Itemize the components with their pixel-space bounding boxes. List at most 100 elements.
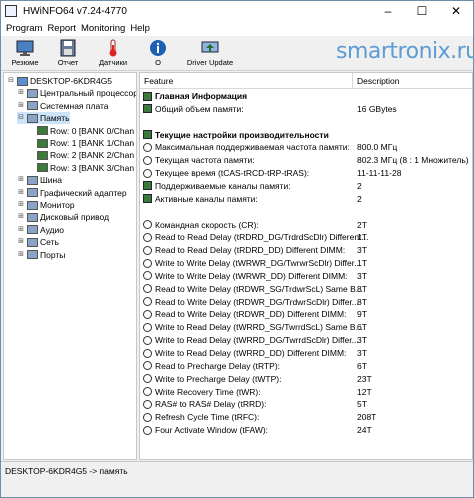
feature-text: Активные каналы памяти: (155, 193, 258, 204)
detail-row[interactable]: Read to Precharge Delay (tRTP): 6T (140, 360, 472, 373)
status-bar: DESKTOP-6KDR4G5 -> память (1, 461, 473, 479)
expand-icon[interactable]: ⊞ (17, 201, 25, 209)
expand-icon[interactable]: ⊞ (17, 213, 25, 221)
description-cell: 23T (357, 373, 372, 384)
maximize-button[interactable]: ☐ (405, 1, 439, 21)
section-row[interactable]: Текущие настройки производительности (140, 129, 472, 142)
feature-text: Refresh Cycle Time (tRFC): (155, 412, 260, 423)
detail-row[interactable] (140, 206, 472, 219)
sensors-button[interactable]: Датчики (93, 37, 133, 70)
expand-icon[interactable]: ⊞ (17, 189, 25, 197)
feature-text: Write to Precharge Delay (tWTP): (155, 373, 282, 384)
detail-row[interactable]: Текущая частота памяти: 802.3 МГц (8 : 1 … (140, 154, 472, 167)
feature-text: Текущие настройки производительности (155, 129, 329, 140)
detail-row[interactable]: RAS# to RAS# Delay (tRRD): 5T (140, 398, 472, 411)
summary-button[interactable]: Резюме (5, 37, 45, 70)
detail-row[interactable]: Активные каналы памяти: 2 (140, 193, 472, 206)
collapse-icon[interactable]: ⊟ (7, 77, 15, 85)
detail-row[interactable]: Общий объем памяти: 16 GBytes (140, 103, 472, 116)
detail-row[interactable]: Write Recovery Time (tWR): 12T (140, 386, 472, 399)
device-icon (27, 101, 38, 111)
detail-row[interactable]: Read to Write Delay (tRDWR_DG/TrdwrScDlr… (140, 296, 472, 309)
expand-icon[interactable]: ⊞ (17, 89, 25, 97)
save-icon (58, 39, 78, 57)
feature-column-header[interactable]: Feature (144, 76, 173, 86)
computer-icon (17, 76, 28, 86)
tree-item[interactable]: ⊟ DESKTOP-6KDR4G5 (7, 75, 112, 87)
about-button[interactable]: О (138, 37, 178, 70)
feature-text: RAS# to RAS# Delay (tRRD): (155, 399, 267, 410)
expand-icon[interactable]: ⊞ (17, 238, 25, 246)
detail-row[interactable]: Командная скорость (CR): 2T (140, 219, 472, 232)
detail-row[interactable]: Read to Read Delay (tRDRD_DG/TrdrdScDlr)… (140, 231, 472, 244)
minimize-button[interactable]: – (371, 1, 405, 21)
feature-cell: Максимальная поддерживаемая частота памя… (143, 142, 350, 152)
menu-monitoring[interactable]: Monitoring (81, 23, 125, 34)
detail-row[interactable]: Write to Write Delay (tWRWR_DD) Differen… (140, 270, 472, 283)
detail-row[interactable]: Поддерживаемые каналы памяти: 2 (140, 180, 472, 193)
tree-item[interactable]: ⊞ Сеть (17, 236, 59, 248)
collapse-icon[interactable]: ⊟ (17, 114, 25, 122)
description-column-header[interactable]: Description (357, 76, 400, 86)
expand-icon[interactable]: ⊞ (17, 251, 25, 259)
feature-cell: Текущая частота памяти: (143, 155, 255, 165)
description-cell: 1T (357, 232, 367, 243)
detail-row[interactable]: Текущее время (tCAS-tRCD-tRP-tRAS): 11-11… (140, 167, 472, 180)
tree-item[interactable]: ⊞ Монитор (17, 199, 75, 211)
minimize-icon: – (384, 4, 392, 18)
expand-icon[interactable]: ⊞ (17, 176, 25, 184)
tree-item[interactable]: ⊞ Графический адаптер (17, 187, 127, 199)
section-row[interactable]: Главная Информация (140, 90, 472, 103)
tree-item[interactable]: ⊟ Память (17, 112, 70, 125)
tree-item[interactable]: ⊞ Шина (17, 174, 62, 186)
report-button[interactable]: Отчет (48, 37, 88, 70)
column-divider[interactable] (352, 73, 353, 89)
tree-item[interactable]: Row: 0 [BANK 0/Chan (27, 125, 134, 137)
tree-item[interactable]: Row: 3 [BANK 3/Chan (27, 162, 134, 174)
device-icon (27, 175, 38, 185)
detail-row[interactable]: Write to Read Delay (tWRRD_DG/TwrrdScDlr… (140, 334, 472, 347)
detail-row[interactable]: Write to Precharge Delay (tWTP): 23T (140, 373, 472, 386)
feature-text: Read to Write Delay (tRDWR_SG/TrdwrScL) … (155, 283, 363, 294)
detail-row[interactable]: Максимальная поддерживаемая частота памя… (140, 141, 472, 154)
tree-item[interactable]: Row: 1 [BANK 1/Chan (27, 137, 134, 149)
detail-row[interactable]: Read to Read Delay (tRDRD_DD) Different … (140, 244, 472, 257)
feature-text: Read to Write Delay (tRDWR_DG/TrdwrScDlr… (155, 296, 359, 307)
menu-report[interactable]: Report (47, 23, 76, 34)
tree-item[interactable]: ⊞ Центральный процессор (17, 87, 136, 99)
description-cell: 2T (357, 219, 367, 230)
tree-item[interactable]: ⊞ Дисковый привод (17, 211, 109, 223)
detail-row[interactable]: Read to Write Delay (tRDWR_SG/TrdwrScL) … (140, 283, 472, 296)
feature-text: Read to Precharge Delay (tRTP): (155, 360, 281, 371)
description-cell: 8T (357, 296, 367, 307)
tree-item[interactable]: ⊞ Порты (17, 249, 65, 261)
feature-text: Общий объем памяти: (155, 103, 244, 114)
detail-row[interactable]: Refresh Cycle Time (tRFC): 208T (140, 411, 472, 424)
menu-program[interactable]: Program (6, 23, 42, 34)
feature-text: Поддерживаемые каналы памяти: (155, 180, 291, 191)
tree-item[interactable]: ⊞ Аудио (17, 224, 64, 236)
tree-item[interactable]: Row: 2 [BANK 2/Chan (27, 149, 134, 161)
feature-text: Текущее время (tCAS-tRCD-tRP-tRAS): (155, 168, 310, 179)
detail-row[interactable]: Four Activate Window (tFAW): 24T (140, 424, 472, 437)
device-tree[interactable]: ⊟ DESKTOP-6KDR4G5 ⊞ Центральный процессор ⊞ С… (3, 72, 137, 460)
feature-cell: Write Recovery Time (tWR): (143, 387, 261, 397)
expand-icon[interactable]: ⊞ (17, 102, 25, 110)
detail-row[interactable] (140, 116, 472, 129)
tree-item-label: Сеть (40, 237, 59, 248)
feature-text: Командная скорость (CR): (155, 219, 259, 230)
detail-row[interactable]: Write to Read Delay (tWRRD_SG/TwrrdScL) … (140, 321, 472, 334)
feature-cell: Write to Write Delay (tWRWR_DG/TwrwrScDl… (143, 258, 361, 268)
close-button[interactable]: ✕ (439, 1, 473, 21)
title-bar: HWiNFO64 v7.24-4770 – ☐ ✕ (1, 1, 473, 21)
detail-row[interactable]: Write to Read Delay (tWRRD_DD) Different… (140, 347, 472, 360)
tree-item[interactable]: ⊞ Системная плата (17, 100, 108, 112)
menu-help[interactable]: Help (130, 23, 150, 34)
detail-row[interactable]: Write to Write Delay (tWRWR_DG/TwrwrScDl… (140, 257, 472, 270)
driver-update-label: Driver Update (186, 58, 234, 67)
driver-update-button[interactable]: Driver Update (185, 37, 235, 70)
expand-icon[interactable]: ⊞ (17, 226, 25, 234)
detail-row[interactable]: Read to Write Delay (tRDWR_DD) Different… (140, 308, 472, 321)
timing-clock-icon (143, 399, 152, 409)
